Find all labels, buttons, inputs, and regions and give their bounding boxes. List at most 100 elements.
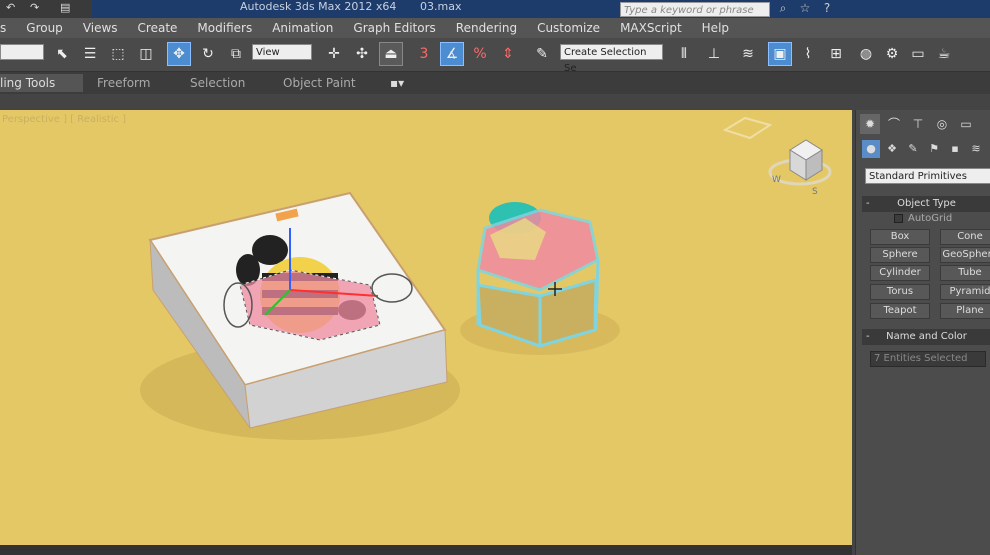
title-bar: ↶ ↷ ▤ Autodesk 3ds Max 2012 x64 03.max T… bbox=[0, 0, 990, 18]
modify-tab-icon[interactable]: ⌒ bbox=[884, 114, 904, 134]
cone-button[interactable]: Cone bbox=[940, 229, 990, 245]
select-move-icon[interactable]: ✥ bbox=[167, 42, 191, 66]
menu-bar: s Group Views Create Modifiers Animation… bbox=[0, 18, 990, 38]
collapse-icon: - bbox=[866, 198, 870, 209]
hexagon-container-object[interactable] bbox=[476, 202, 600, 348]
lights-icon[interactable]: ✎ bbox=[904, 140, 922, 158]
align-icon[interactable]: ⊥ bbox=[702, 42, 726, 66]
cameras-icon[interactable]: ⚑ bbox=[925, 140, 943, 158]
menu-item-group[interactable]: Group bbox=[16, 21, 73, 35]
torus-button[interactable]: Torus bbox=[870, 284, 930, 300]
svg-text:S: S bbox=[812, 187, 818, 197]
tab-object-paint[interactable]: Object Paint bbox=[283, 76, 356, 90]
title-icons: ⌕ ☆ ? bbox=[775, 0, 835, 18]
select-by-name-icon[interactable]: ☰ bbox=[78, 42, 102, 66]
hierarchy-tab-icon[interactable]: ⊤ bbox=[908, 114, 928, 134]
spacewarps-icon[interactable]: ≋ bbox=[967, 140, 985, 158]
mirror-icon[interactable]: ⫴ bbox=[672, 42, 696, 66]
schematic-view-icon[interactable]: ⊞ bbox=[824, 42, 848, 66]
rendered-frame-icon[interactable]: ▭ bbox=[906, 42, 930, 66]
viewport-perspective[interactable]: Perspective ] [ Realistic ] W S bbox=[0, 110, 852, 545]
curve-editor-icon[interactable]: ⌇ bbox=[796, 42, 820, 66]
angle-snap-icon[interactable]: ∡ bbox=[440, 42, 464, 66]
name-color-rollout[interactable]: - Name and Color bbox=[862, 329, 990, 345]
plane-button[interactable]: Plane bbox=[940, 303, 990, 319]
cylinder-button[interactable]: Cylinder bbox=[870, 265, 930, 281]
named-selection-dropdown[interactable]: Create Selection Se bbox=[560, 44, 663, 74]
render-production-icon[interactable]: ☕ bbox=[932, 42, 956, 66]
menu-item-rendering[interactable]: Rendering bbox=[446, 21, 527, 35]
tab-modeling-tools[interactable]: ling Tools bbox=[0, 74, 84, 92]
display-tab-icon[interactable]: ▭ bbox=[956, 114, 976, 134]
search-input[interactable]: Type a keyword or phrase bbox=[620, 2, 770, 17]
material-editor-icon[interactable]: ◍ bbox=[854, 42, 878, 66]
menu-item-edit[interactable]: s bbox=[0, 21, 16, 35]
checkbox-icon[interactable] bbox=[894, 213, 903, 223]
menu-item-views[interactable]: Views bbox=[73, 21, 128, 35]
autogrid-checkbox[interactable]: AutoGrid bbox=[894, 213, 952, 224]
viewport-label[interactable]: Perspective ] [ Realistic ] bbox=[2, 114, 126, 125]
object-type-rollout[interactable]: - Object Type bbox=[862, 196, 990, 212]
window-crossing-icon[interactable]: ◫ bbox=[134, 42, 158, 66]
geosphere-button[interactable]: GeoSphere bbox=[940, 247, 990, 263]
rect-selection-icon[interactable]: ⬚ bbox=[106, 42, 130, 66]
pyramid-button[interactable]: Pyramid bbox=[940, 284, 990, 300]
scene-render: W S bbox=[140, 116, 832, 440]
autogrid-label: AutoGrid bbox=[908, 213, 953, 224]
spinner-snap-icon[interactable]: ⇕ bbox=[496, 42, 520, 66]
reference-coord-dropdown[interactable]: View bbox=[252, 44, 312, 60]
binoculars-icon[interactable]: ⌕ bbox=[775, 0, 791, 16]
select-object-icon[interactable]: ⬉ bbox=[50, 42, 74, 66]
redo-icon[interactable]: ↷ bbox=[30, 1, 39, 14]
teapot-button[interactable]: Teapot bbox=[870, 303, 930, 319]
star-icon[interactable]: ☆ bbox=[797, 0, 813, 16]
name-field[interactable]: 7 Entities Selected bbox=[870, 351, 986, 367]
viewcube-icon[interactable]: W S bbox=[768, 139, 832, 197]
sphere-button[interactable]: Sphere bbox=[870, 247, 930, 263]
project-folder-icon[interactable]: ▤ bbox=[60, 1, 70, 14]
undo-icon[interactable]: ↶ bbox=[6, 1, 15, 14]
select-rotate-icon[interactable]: ↻ bbox=[196, 42, 220, 66]
menu-item-animation[interactable]: Animation bbox=[262, 21, 343, 35]
svg-text:W: W bbox=[772, 175, 781, 185]
menu-item-maxscript[interactable]: MAXScript bbox=[610, 21, 692, 35]
layer-manager-icon[interactable]: ≋ bbox=[736, 42, 760, 66]
selection-filter-dropdown[interactable] bbox=[0, 44, 44, 60]
menu-item-create[interactable]: Create bbox=[128, 21, 188, 35]
select-manipulate-icon[interactable]: ✣ bbox=[350, 42, 374, 66]
snaps-toggle-icon[interactable]: 3 bbox=[412, 42, 436, 66]
menu-item-help[interactable]: Help bbox=[692, 21, 739, 35]
help-icon[interactable]: ? bbox=[819, 0, 835, 16]
menu-item-customize[interactable]: Customize bbox=[527, 21, 610, 35]
edit-named-selection-icon[interactable]: ✎ bbox=[530, 42, 554, 66]
rollout-title: Object Type bbox=[897, 198, 956, 209]
tube-button[interactable]: Tube bbox=[940, 265, 990, 281]
keyboard-shortcut-icon[interactable]: ⏏ bbox=[379, 42, 403, 66]
light-icon[interactable] bbox=[722, 116, 773, 140]
select-scale-icon[interactable]: ⧉ bbox=[224, 42, 248, 66]
command-panel: ✹ ⌒ ⊤ ◎ ▭ ● ❖ ✎ ⚑ ▪ ≋ Standard Primitive… bbox=[855, 110, 990, 555]
render-setup-icon[interactable]: ⚙ bbox=[880, 42, 904, 66]
create-categories: ● ❖ ✎ ⚑ ▪ ≋ bbox=[862, 140, 985, 158]
pivot-icon[interactable]: ✛ bbox=[322, 42, 346, 66]
app-title: Autodesk 3ds Max 2012 x64 bbox=[240, 0, 397, 13]
box-button[interactable]: Box bbox=[870, 229, 930, 245]
menu-item-graph-editors[interactable]: Graph Editors bbox=[343, 21, 445, 35]
main-toolbar: ⬉ ☰ ⬚ ◫ ✥ ↻ ⧉ View ✛ ✣ ⏏ 3 ∡ % ⇕ ✎ Creat… bbox=[0, 38, 990, 74]
ribbon-options-icon[interactable]: ▪▾ bbox=[390, 76, 404, 90]
percent-snap-icon[interactable]: % bbox=[468, 42, 492, 66]
tab-freeform[interactable]: Freeform bbox=[97, 76, 150, 90]
rollout-title: Name and Color bbox=[886, 331, 967, 342]
viewport-divider bbox=[0, 94, 852, 110]
collapse-icon: - bbox=[866, 331, 870, 342]
file-name: 03.max bbox=[420, 0, 462, 13]
tab-selection[interactable]: Selection bbox=[190, 76, 245, 90]
geometry-icon[interactable]: ● bbox=[862, 140, 880, 158]
motion-tab-icon[interactable]: ◎ bbox=[932, 114, 952, 134]
create-tab-icon[interactable]: ✹ bbox=[860, 114, 880, 134]
shapes-icon[interactable]: ❖ bbox=[883, 140, 901, 158]
menu-item-modifiers[interactable]: Modifiers bbox=[187, 21, 262, 35]
scene-explorer-icon[interactable]: ▣ bbox=[768, 42, 792, 66]
category-dropdown[interactable]: Standard Primitives bbox=[865, 168, 990, 184]
helpers-icon[interactable]: ▪ bbox=[946, 140, 964, 158]
